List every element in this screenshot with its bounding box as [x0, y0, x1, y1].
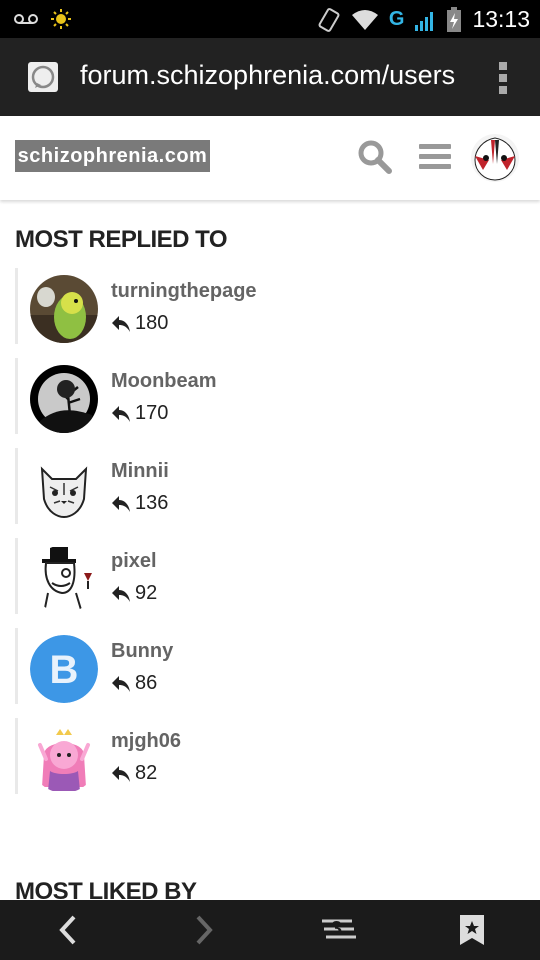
forward-icon[interactable] — [192, 914, 216, 946]
username[interactable]: turningthepage — [111, 280, 257, 303]
list-item[interactable]: Moonbeam 170 — [15, 358, 525, 434]
reply-icon — [112, 675, 130, 692]
status-bar: G 13:13 — [0, 0, 540, 38]
reply-count-value: 136 — [135, 492, 169, 514]
tabs-button[interactable]: 3 — [320, 916, 358, 946]
site-favicon-icon — [28, 62, 58, 92]
user-avatar[interactable] — [30, 365, 98, 433]
reply-icon — [112, 495, 130, 512]
network-type-label: G — [388, 8, 405, 30]
user-avatar[interactable] — [471, 134, 519, 182]
clock: 13:13 — [472, 6, 530, 32]
most-replied-title: MOST REPLIED TO — [15, 226, 228, 253]
reply-count-value: 180 — [135, 312, 169, 334]
reply-count-value: 170 — [135, 402, 169, 424]
hamburger-menu-icon[interactable] — [419, 144, 451, 174]
list-item[interactable]: mjgh06 82 — [15, 718, 525, 794]
reply-count: 86 — [111, 672, 157, 695]
site-logo[interactable]: schizophrenia.com — [15, 140, 210, 172]
reply-icon — [112, 765, 130, 782]
search-icon[interactable] — [357, 139, 393, 175]
browser-url-bar: forum.schizophrenia.com/users — [0, 38, 540, 116]
username[interactable]: Minnii — [111, 460, 169, 483]
reply-count: 92 — [111, 582, 157, 605]
reply-count-value: 82 — [135, 762, 158, 784]
username[interactable]: mjgh06 — [111, 730, 181, 753]
reply-count-value: 86 — [135, 672, 158, 694]
reply-count: 170 — [111, 402, 168, 425]
tabs-count: 3 — [331, 918, 343, 940]
reply-count: 136 — [111, 492, 168, 515]
url-field[interactable]: forum.schizophrenia.com/users — [80, 60, 455, 91]
vibrate-icon — [318, 7, 340, 32]
list-item[interactable]: B Bunny 86 — [15, 628, 525, 704]
most-replied-list: turningthepage 180 Moonbeam 170 Minnii 1… — [15, 268, 525, 808]
username[interactable]: Moonbeam — [111, 370, 217, 393]
reply-icon — [112, 405, 130, 422]
site-header: schizophrenia.com — [0, 116, 540, 200]
reply-count-value: 92 — [135, 582, 158, 604]
voicemail-icon — [14, 14, 38, 24]
username[interactable]: pixel — [111, 550, 157, 573]
overflow-menu-icon[interactable] — [499, 62, 507, 98]
wifi-icon — [351, 9, 378, 30]
reply-icon — [112, 585, 130, 602]
signal-icon — [415, 11, 434, 31]
username[interactable]: Bunny — [111, 640, 173, 663]
list-item[interactable]: turningthepage 180 — [15, 268, 525, 344]
reply-count: 82 — [111, 762, 157, 785]
bookmark-icon[interactable] — [459, 914, 485, 946]
battery-charging-icon — [447, 6, 462, 32]
user-avatar[interactable] — [30, 455, 98, 523]
user-avatar[interactable]: B — [30, 635, 98, 703]
list-item[interactable]: pixel 92 — [15, 538, 525, 614]
list-item[interactable]: Minnii 136 — [15, 448, 525, 524]
reply-count: 180 — [111, 312, 168, 335]
browser-bottom-bar: 3 — [0, 900, 540, 960]
reply-icon — [112, 315, 130, 332]
letter-avatar-letter: B — [50, 648, 79, 692]
user-avatar[interactable] — [30, 725, 98, 793]
user-avatar[interactable] — [30, 545, 98, 613]
weather-sun-icon — [51, 9, 71, 29]
user-avatar[interactable] — [30, 275, 98, 343]
back-icon[interactable] — [56, 914, 80, 946]
